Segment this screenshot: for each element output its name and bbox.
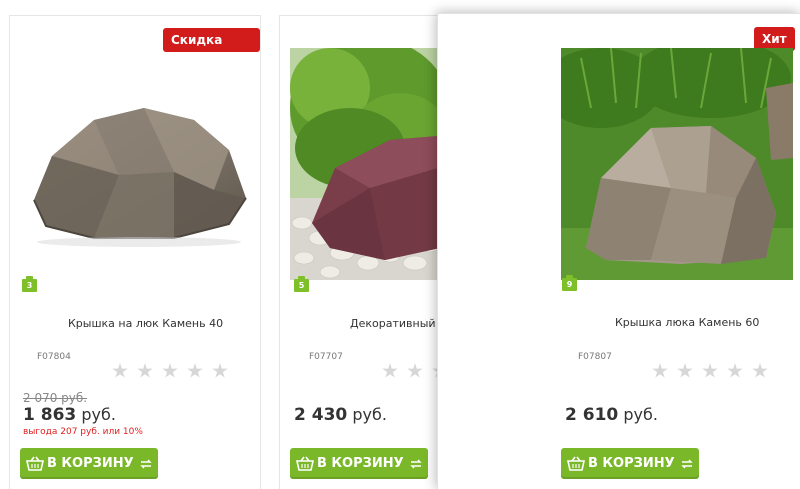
star-icon[interactable] — [382, 363, 398, 378]
product-title[interactable]: Крышка люка Камень 60 — [615, 316, 759, 329]
add-to-cart-button[interactable]: В КОРЗИНУ — [20, 448, 158, 479]
arrows-icon — [139, 459, 152, 468]
price: 2 610 руб. — [565, 405, 658, 425]
product-sku: F07707 — [309, 352, 343, 362]
add-to-cart-button[interactable]: В КОРЗИНУ — [561, 448, 699, 479]
star-icon[interactable] — [112, 363, 128, 378]
star-icon[interactable] — [752, 363, 768, 378]
rating-stars[interactable] — [112, 363, 228, 379]
saving-text: выгода 207 руб. или 10% — [23, 427, 143, 437]
photo-count: 3 — [26, 281, 33, 290]
camera-icon: 9 — [562, 275, 577, 291]
product-image[interactable] — [24, 80, 250, 250]
camera-icon: 5 — [294, 276, 309, 292]
price: 1 863 руб. — [23, 405, 116, 425]
price-number: 1 863 — [23, 405, 77, 425]
add-to-cart-button[interactable]: В КОРЗИНУ — [290, 448, 428, 479]
star-icon[interactable] — [137, 363, 153, 378]
star-icon[interactable] — [727, 363, 743, 378]
price-currency: руб. — [623, 405, 658, 424]
product-image[interactable] — [561, 48, 793, 280]
star-icon[interactable] — [212, 363, 228, 378]
add-to-cart-label: В КОРЗИНУ — [47, 456, 134, 471]
product-title[interactable]: Крышка на люк Камень 40 — [68, 317, 223, 330]
product-sku: F07807 — [578, 352, 612, 362]
price: 2 430 руб. — [294, 405, 387, 425]
star-icon[interactable] — [702, 363, 718, 378]
price-number: 2 430 — [294, 405, 348, 425]
add-to-cart-label: В КОРЗИНУ — [317, 456, 404, 471]
product-card[interactable]: Скидка 10% 3 Крышка на люк Камень 40 F07… — [9, 15, 261, 489]
product-sku: F07804 — [37, 352, 71, 362]
star-icon[interactable] — [652, 363, 668, 378]
star-icon[interactable] — [677, 363, 693, 378]
basket-icon — [26, 456, 44, 471]
star-icon[interactable] — [187, 363, 203, 378]
photo-count: 5 — [298, 281, 305, 290]
photo-count: 9 — [566, 280, 573, 289]
basket-icon — [296, 456, 314, 471]
arrows-icon — [409, 459, 422, 468]
basket-icon — [567, 456, 585, 471]
price-currency: руб. — [81, 405, 116, 424]
star-icon[interactable] — [162, 363, 178, 378]
add-to-cart-label: В КОРЗИНУ — [588, 456, 675, 471]
price-number: 2 610 — [565, 405, 619, 425]
product-image[interactable] — [290, 48, 440, 280]
arrows-icon — [680, 459, 693, 468]
discount-badge: Скидка 10% — [163, 28, 260, 71]
product-card[interactable]: Хит 9 Крышка люка Камень 60 F07807 2 610… — [437, 13, 800, 489]
star-icon[interactable] — [407, 363, 423, 378]
price-currency: руб. — [352, 405, 387, 424]
old-price: 2 070 руб. — [23, 391, 88, 405]
rating-stars[interactable] — [652, 363, 768, 379]
camera-icon: 3 — [22, 276, 37, 292]
